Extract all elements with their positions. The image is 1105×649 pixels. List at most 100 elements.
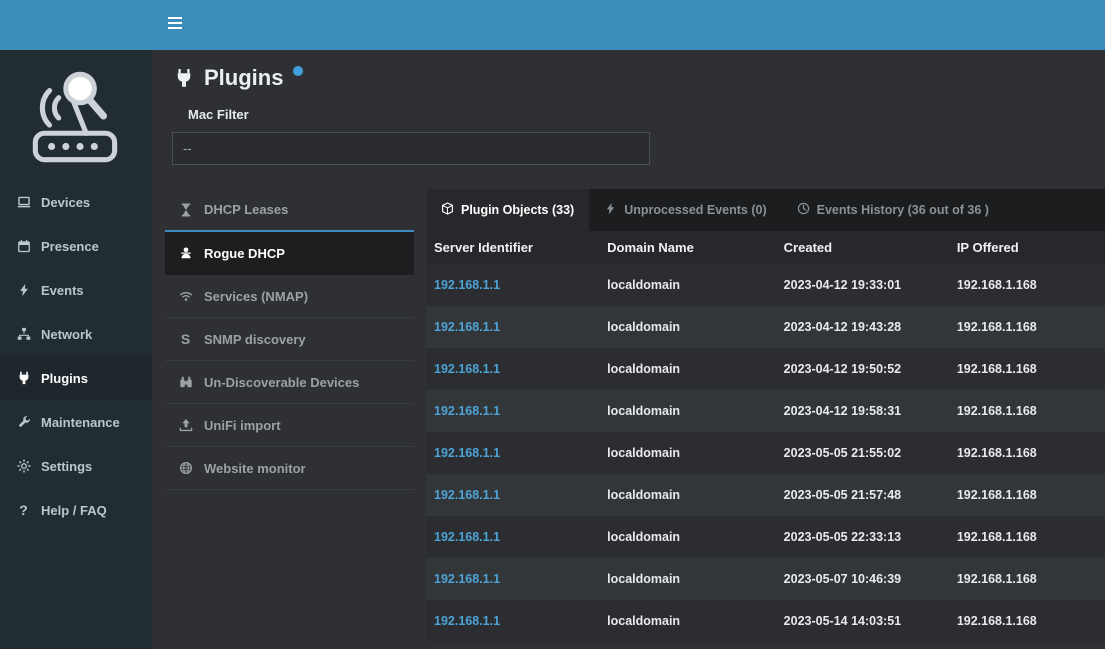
sidebar-item-presence[interactable]: Presence bbox=[0, 224, 152, 268]
server-identifier-link[interactable]: 192.168.1.1 bbox=[434, 362, 500, 376]
plugin-nav-label: Services (NMAP) bbox=[204, 289, 308, 304]
domain-name-cell: localdomain bbox=[599, 558, 776, 600]
plugin-nav-label: SNMP discovery bbox=[204, 332, 306, 347]
plugin-nav-item-un-discoverable-devices[interactable]: Un-Discoverable Devices bbox=[165, 361, 414, 404]
content-row: DHCP Leases Rogue DHCP Services (NMAP) S SNM… bbox=[152, 189, 1105, 642]
domain-name-cell: localdomain bbox=[599, 390, 776, 432]
plugins-icon bbox=[174, 68, 194, 93]
table-row: 192.168.1.1localdomain2023-04-12 19:58:3… bbox=[426, 390, 1105, 432]
created-cell: 2023-05-05 21:55:02 bbox=[776, 432, 949, 474]
column-header-domain-name: Domain Name bbox=[599, 231, 776, 264]
ip-offered-cell: 192.168.1.168 bbox=[949, 474, 1105, 516]
sidebar-item-label: Presence bbox=[41, 239, 99, 254]
ip-offered-cell: 192.168.1.168 bbox=[949, 600, 1105, 642]
table-row: 192.168.1.1localdomain2023-05-05 21:57:4… bbox=[426, 474, 1105, 516]
plugins-icon bbox=[15, 371, 32, 385]
server-identifier-link[interactable]: 192.168.1.1 bbox=[434, 404, 500, 418]
sidebar-item-events[interactable]: Events bbox=[0, 268, 152, 312]
sidebar-item-network[interactable]: Network bbox=[0, 312, 152, 356]
plugin-nav-item-dhcp-leases[interactable]: DHCP Leases bbox=[165, 189, 414, 232]
tab-unprocessed-events-0[interactable]: Unprocessed Events (0) bbox=[589, 189, 781, 231]
mac-filter-input[interactable] bbox=[172, 132, 650, 165]
tab-label: Events History (36 out of 36 ) bbox=[817, 203, 989, 217]
tab-events-history-36-out-of-36[interactable]: Events History (36 out of 36 ) bbox=[782, 189, 1004, 231]
created-cell: 2023-04-12 19:50:52 bbox=[776, 348, 949, 390]
mac-filter-label: Mac Filter bbox=[188, 107, 1105, 122]
ip-offered-cell: 192.168.1.168 bbox=[949, 348, 1105, 390]
tab-label: Unprocessed Events (0) bbox=[624, 203, 766, 217]
ip-offered-cell: 192.168.1.168 bbox=[949, 390, 1105, 432]
wifi-icon bbox=[177, 289, 194, 303]
server-identifier-cell: 192.168.1.1 bbox=[426, 390, 599, 432]
plugin-nav-item-website-monitor[interactable]: Website monitor bbox=[165, 447, 414, 490]
tab-bar: Plugin Objects (33) Unprocessed Events (0… bbox=[426, 189, 1105, 231]
server-identifier-link[interactable]: 192.168.1.1 bbox=[434, 572, 500, 586]
sidebar-item-plugins[interactable]: Plugins bbox=[0, 356, 152, 400]
plugin-nav-item-services-nmap[interactable]: Services (NMAP) bbox=[165, 275, 414, 318]
plugin-nav-label: Rogue DHCP bbox=[204, 246, 285, 261]
server-identifier-link[interactable]: 192.168.1.1 bbox=[434, 614, 500, 628]
box-icon bbox=[441, 202, 454, 218]
table-row: 192.168.1.1 localdomain2023-04-12 19:50:5… bbox=[426, 348, 1105, 390]
sidebar-item-label: Network bbox=[41, 327, 92, 342]
maintenance-icon bbox=[15, 415, 32, 429]
server-identifier-link[interactable]: 192.168.1.1 bbox=[434, 278, 500, 292]
server-identifier-cell: 192.168.1.1 bbox=[426, 600, 599, 642]
router-logo bbox=[0, 50, 152, 180]
server-identifier-cell: 192.168.1.1 bbox=[426, 516, 599, 558]
spy-icon bbox=[177, 246, 194, 260]
sidebar: Devices Presence Events Network Plugins Maint… bbox=[0, 50, 152, 649]
plugin-nav-label: DHCP Leases bbox=[204, 202, 288, 217]
column-header-ip-offered: IP Offered bbox=[949, 231, 1105, 264]
server-identifier-link[interactable]: 192.168.1.1 bbox=[434, 446, 500, 460]
events-icon bbox=[15, 283, 32, 297]
sidebar-item-label: Devices bbox=[41, 195, 90, 210]
network-icon bbox=[15, 327, 32, 341]
sidebar-item-maintenance[interactable]: Maintenance bbox=[0, 400, 152, 444]
domain-name-cell: localdomain bbox=[599, 600, 776, 642]
ip-offered-cell: 192.168.1.168 bbox=[949, 558, 1105, 600]
ip-offered-cell: 192.168.1.168 bbox=[949, 432, 1105, 474]
sidebar-toggle-button[interactable] bbox=[152, 0, 198, 50]
devices-icon bbox=[15, 195, 32, 209]
sidebar-item-help-faq[interactable]: ?Help / FAQ bbox=[0, 488, 152, 532]
hamburger-icon bbox=[167, 16, 183, 35]
server-identifier-link[interactable]: 192.168.1.1 bbox=[434, 488, 500, 502]
created-cell: 2023-05-14 14:03:51 bbox=[776, 600, 949, 642]
page-title: Plugins bbox=[204, 64, 283, 92]
domain-name-cell: localdomain bbox=[599, 348, 776, 390]
ip-offered-cell: 192.168.1.168 bbox=[949, 516, 1105, 558]
server-identifier-link[interactable]: 192.168.1.1 bbox=[434, 320, 500, 334]
table-row: 192.168.1.1localdomain2023-05-05 21:55:0… bbox=[426, 432, 1105, 474]
server-identifier-cell: 192.168.1.1 bbox=[426, 558, 599, 600]
tab-plugin-objects-33[interactable]: Plugin Objects (33) bbox=[426, 189, 589, 231]
table-row: 192.168.1.1 localdomain2023-05-14 14:03:5… bbox=[426, 600, 1105, 642]
sidebar-item-label: Settings bbox=[41, 459, 92, 474]
presence-icon bbox=[15, 239, 32, 253]
plugin-nav-item-snmp-discovery[interactable]: S SNMP discovery bbox=[165, 318, 414, 361]
plugin-nav-item-unifi-import[interactable]: UniFi import bbox=[165, 404, 414, 447]
clock-icon bbox=[797, 202, 810, 218]
help-icon: ? bbox=[15, 502, 32, 518]
info-badge[interactable] bbox=[293, 66, 303, 76]
created-cell: 2023-04-12 19:33:01 bbox=[776, 264, 949, 306]
main-content: Plugins Mac Filter DHCP Leases Rogue DHCP… bbox=[152, 50, 1105, 649]
server-identifier-cell: 192.168.1.1 bbox=[426, 264, 599, 306]
table-row: 192.168.1.1localdomain2023-04-12 19:43:2… bbox=[426, 306, 1105, 348]
s-icon: S bbox=[177, 332, 194, 346]
domain-name-cell: localdomain bbox=[599, 516, 776, 558]
sidebar-item-settings[interactable]: Settings bbox=[0, 444, 152, 488]
server-identifier-cell: 192.168.1.1 bbox=[426, 348, 599, 390]
hourglass-icon bbox=[177, 203, 194, 217]
server-identifier-cell: 192.168.1.1 bbox=[426, 306, 599, 348]
table-head: Server IdentifierDomain NameCreatedIP Of… bbox=[426, 231, 1105, 264]
column-header-server-identifier: Server Identifier bbox=[426, 231, 599, 264]
sidebar-item-devices[interactable]: Devices bbox=[0, 180, 152, 224]
sidebar-item-label: Maintenance bbox=[41, 415, 120, 430]
ip-offered-cell: 192.168.1.168 bbox=[949, 306, 1105, 348]
table-body: 192.168.1.1localdomain2023-04-12 19:33:0… bbox=[426, 264, 1105, 642]
plugin-nav-item-rogue-dhcp[interactable]: Rogue DHCP bbox=[165, 232, 414, 275]
server-identifier-link[interactable]: 192.168.1.1 bbox=[434, 530, 500, 544]
plugin-nav-label: Website monitor bbox=[204, 461, 306, 476]
table-panel: Plugin Objects (33) Unprocessed Events (0… bbox=[426, 189, 1105, 642]
